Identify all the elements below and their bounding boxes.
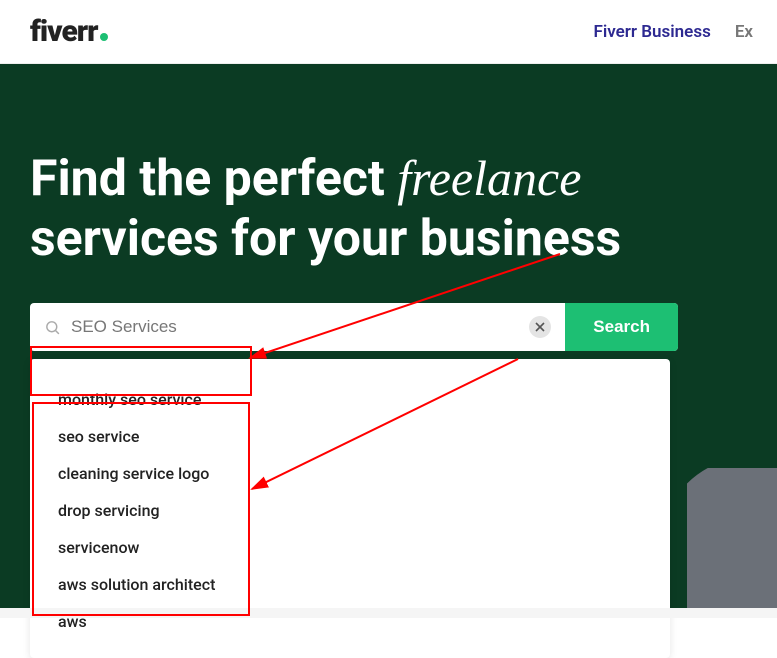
hero-heading-prefix: Find the perfect bbox=[30, 150, 397, 208]
logo[interactable]: fiverr bbox=[30, 14, 108, 49]
logo-text: fiverr bbox=[30, 14, 98, 49]
hero-person-image bbox=[687, 468, 777, 618]
search-row: Search bbox=[30, 303, 678, 351]
suggestion-item[interactable]: seo service bbox=[58, 418, 642, 455]
suggestion-item[interactable]: servicenow bbox=[58, 529, 642, 566]
hero-heading: Find the perfect freelance services for … bbox=[30, 148, 710, 269]
hero-heading-suffix: services for your business bbox=[30, 210, 621, 268]
suggestion-item[interactable]: cleaning service logo bbox=[58, 455, 642, 492]
header: fiverr Fiverr Business Ex bbox=[0, 0, 777, 64]
clear-icon[interactable] bbox=[529, 316, 551, 338]
search-input-wrap bbox=[30, 303, 565, 351]
suggestion-item[interactable]: monthly seo service bbox=[58, 381, 642, 418]
nav-explore-link[interactable]: Ex bbox=[735, 22, 753, 42]
suggestion-item[interactable]: drop servicing bbox=[58, 492, 642, 529]
search-area: Search monthly seo service seo service c… bbox=[30, 303, 678, 351]
search-button[interactable]: Search bbox=[565, 303, 678, 351]
nav: Fiverr Business Ex bbox=[593, 22, 753, 42]
search-input[interactable] bbox=[71, 317, 519, 337]
logo-dot-icon bbox=[100, 33, 108, 41]
hero: Find the perfect freelance services for … bbox=[0, 64, 777, 618]
nav-business-link[interactable]: Fiverr Business bbox=[593, 22, 710, 42]
search-icon bbox=[44, 319, 61, 336]
suggestion-item[interactable]: aws solution architect bbox=[58, 566, 642, 603]
hero-heading-italic: freelance bbox=[397, 150, 581, 206]
bottom-strip bbox=[0, 608, 777, 618]
